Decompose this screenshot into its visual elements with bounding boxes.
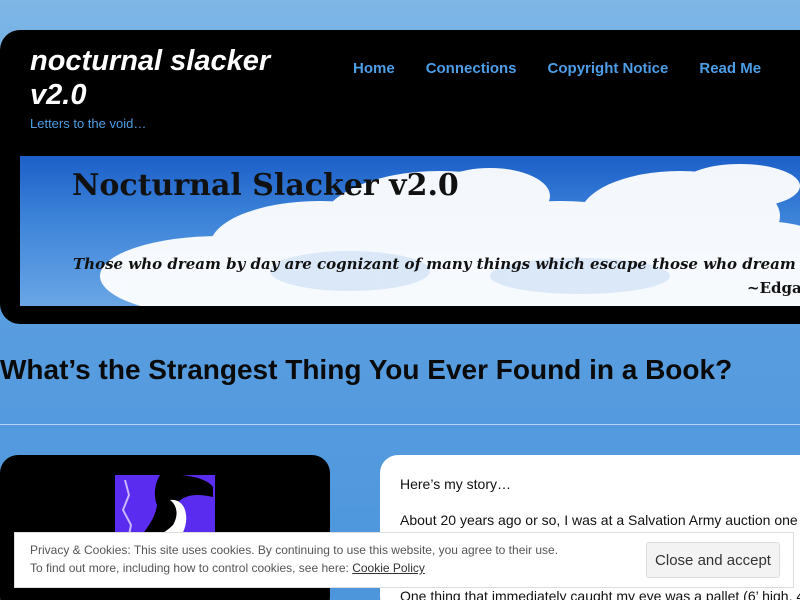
- divider: [0, 424, 800, 425]
- banner-attribution: ~Edgar Allan Poe: [747, 279, 800, 297]
- nav-read-me[interactable]: Read Me: [699, 60, 761, 77]
- close-and-accept-button[interactable]: Close and accept: [646, 542, 780, 578]
- cookie-banner: Privacy & Cookies: This site uses cookie…: [14, 532, 794, 588]
- post-paragraph: About 20 years ago or so, I was at a Sal…: [400, 512, 798, 528]
- site-title[interactable]: nocturnal slacker v2.0: [30, 44, 330, 112]
- header-banner-image[interactable]: Nocturnal Slacker v2.0 Those who dream b…: [20, 156, 800, 306]
- post-paragraph: Here’s my story…: [400, 476, 511, 492]
- banner-quote: Those who dream by day are cognizant of …: [73, 255, 800, 273]
- cookie-policy-link[interactable]: Cookie Policy: [352, 561, 425, 575]
- nav-copyright-notice[interactable]: Copyright Notice: [548, 60, 669, 77]
- post-paragraph: One thing that immediately caught my eye…: [400, 588, 800, 600]
- cookie-notice-prefix: To find out more, including how to contr…: [30, 561, 353, 575]
- nav-home[interactable]: Home: [353, 60, 395, 77]
- banner-title: Nocturnal Slacker v2.0: [72, 168, 459, 203]
- site-tagline: Letters to the void…: [30, 116, 147, 131]
- main-nav: Home Connections Copyright Notice Read M…: [353, 60, 792, 77]
- cookie-notice-text: Privacy & Cookies: This site uses cookie…: [30, 543, 559, 557]
- nav-connections[interactable]: Connections: [426, 60, 517, 77]
- post-title[interactable]: What’s the Strangest Thing You Ever Foun…: [0, 354, 732, 386]
- cookie-notice-more: To find out more, including how to contr…: [30, 561, 425, 575]
